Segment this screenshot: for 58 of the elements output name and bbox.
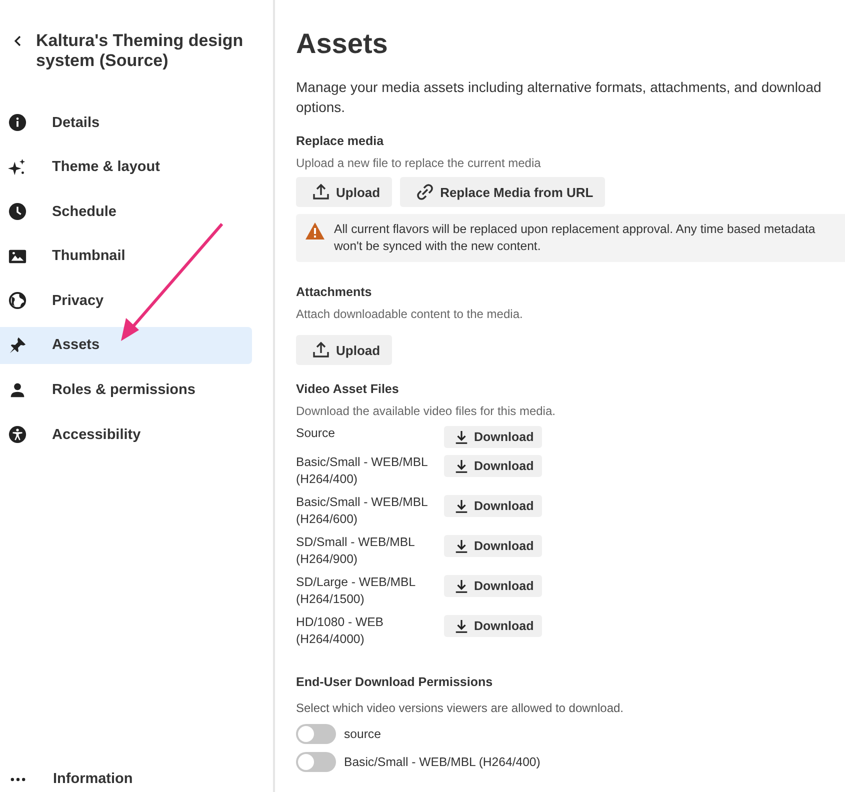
toggle-switch[interactable] — [296, 724, 336, 744]
download-button[interactable]: Download — [444, 575, 542, 597]
nav-item[interactable]: Details — [0, 104, 252, 141]
section-subtitle: Upload a new file to replace the current media — [296, 155, 542, 171]
section-subtitle: Select which video versions viewers are allowed to download. — [296, 700, 625, 716]
download-icon — [454, 498, 469, 514]
download-icon — [454, 538, 469, 554]
download-button[interactable]: Download — [444, 615, 542, 637]
sparkle-icon — [8, 158, 27, 177]
page-title: Assets — [296, 27, 389, 61]
pin-icon — [8, 336, 27, 355]
more-icon[interactable] — [10, 776, 26, 782]
action-button[interactable]: Upload — [296, 177, 392, 207]
file-name: SD/Small - WEB/MBL (H264/900) — [296, 534, 416, 568]
download-button[interactable]: Download — [444, 535, 542, 557]
section-heading: End-User Download Permissions — [296, 674, 494, 690]
globe-icon — [8, 291, 27, 310]
information-link[interactable]: Information — [53, 771, 133, 787]
download-icon — [454, 618, 469, 634]
nav-item[interactable]: Assets — [0, 326, 252, 364]
media-title: Kaltura's Theming design system (Source) — [36, 31, 244, 71]
nav-item[interactable]: Roles & permissions — [0, 372, 252, 409]
nav-item[interactable]: Thumbnail — [0, 238, 252, 275]
download-button[interactable]: Download — [444, 495, 542, 517]
section-heading: Video Asset Files — [296, 381, 400, 397]
download-icon — [454, 578, 469, 594]
nav-item[interactable]: Schedule — [0, 193, 252, 230]
file-name: Source — [296, 425, 336, 442]
nav-item[interactable]: Accessibility — [0, 416, 252, 454]
download-icon — [454, 458, 469, 474]
page-description: Manage your media assets including alternative formats, attachments, and download options. — [296, 78, 822, 117]
warning-icon — [305, 222, 325, 240]
toggle-label: Basic/Small - WEB/MBL (H264/400) — [344, 755, 540, 769]
download-icon — [454, 430, 469, 444]
toggle-switch[interactable] — [296, 752, 336, 772]
action-button[interactable]: Replace Media from URL — [400, 177, 606, 207]
file-name: SD/Large - WEB/MBL (H264/1500) — [296, 574, 416, 608]
file-name: Basic/Small - WEB/MBL (H264/600) — [296, 494, 428, 528]
warning-message: All current flavors will be replaced upon replacement approval. Any time based metadata won't be synced with the new content. — [334, 221, 816, 255]
file-name: Basic/Small - WEB/MBL (H264/400) — [296, 454, 428, 488]
section-subtitle: Download the available video files for this media. — [296, 403, 556, 419]
upload-button[interactable]: Upload — [296, 335, 392, 365]
file-name: HD/1080 - WEB (H264/4000) — [296, 614, 384, 648]
section-subtitle: Attach downloadable content to the media. — [296, 306, 524, 322]
nav-item[interactable]: Privacy — [0, 282, 252, 320]
nav-item[interactable]: Theme & layout — [0, 148, 252, 186]
info-icon — [8, 113, 27, 132]
link-icon — [416, 183, 434, 201]
section-heading: Attachments — [296, 284, 373, 300]
upload-icon — [312, 341, 330, 359]
accessibility-icon — [8, 425, 27, 444]
download-button[interactable]: Download — [444, 426, 542, 448]
upload-icon — [312, 183, 330, 201]
clock-icon — [8, 202, 27, 222]
download-button[interactable]: Download — [444, 455, 542, 477]
person-icon — [8, 380, 27, 400]
section-heading: Replace media — [296, 133, 385, 149]
toggle-label: source — [344, 727, 381, 741]
